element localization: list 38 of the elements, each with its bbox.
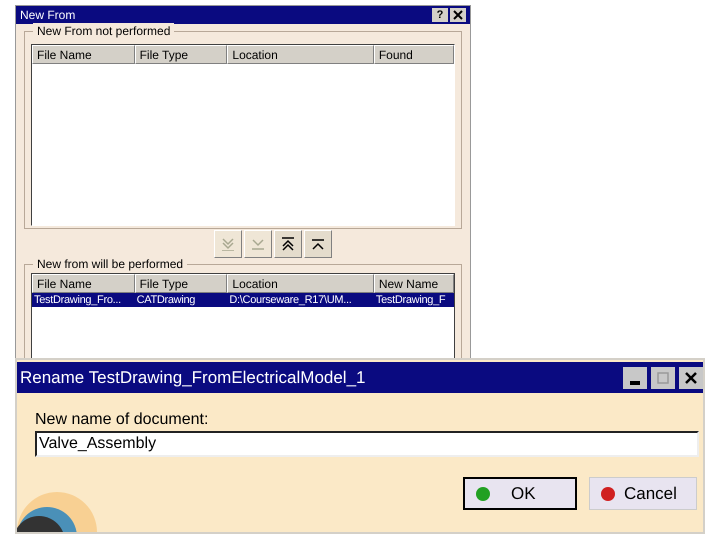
cancel-button[interactable]: Cancel [589, 477, 697, 510]
column-header[interactable]: Location [227, 274, 374, 293]
table-cell: TestDrawing_F [376, 294, 446, 306]
maximize-icon [657, 372, 669, 384]
input-field[interactable]: Valve_Assembly [35, 431, 699, 457]
table-cell: TestDrawing_Fro... [34, 294, 121, 306]
table-cell: CATDrawing [136, 294, 196, 306]
column-header[interactable]: File Name [32, 274, 135, 293]
move-button[interactable] [274, 230, 302, 258]
status-dot-icon [600, 486, 616, 502]
chevron-up-icon [311, 238, 325, 250]
table-cell: D:\Courseware_R17\UM... [229, 294, 352, 306]
close-icon [453, 10, 463, 20]
minimize-button[interactable] [623, 366, 647, 388]
column-header[interactable]: Found [374, 45, 454, 64]
chevron-up-icon [281, 237, 295, 251]
group-label: New from will be performed [33, 256, 188, 272]
close-icon [684, 370, 698, 384]
help-button[interactable]: ? [432, 8, 448, 22]
column-header[interactable]: File Name [32, 45, 135, 64]
column-header[interactable]: New Name [374, 274, 454, 293]
table-row[interactable]: TestDrawing_Fro... CATDrawing D:\Courseware_R17\UM... TestDrawing_F [32, 293, 454, 307]
ok-button[interactable]: OK [463, 477, 577, 510]
chevron-down-icon [251, 238, 265, 250]
field-label: New name of document: [35, 411, 210, 429]
minimize-icon [630, 380, 640, 384]
chevron-down-icon [221, 238, 235, 250]
status-dot-icon [475, 486, 491, 502]
close-button[interactable] [679, 366, 703, 388]
column-header[interactable]: Location [227, 45, 374, 64]
maximize-button[interactable] [651, 366, 675, 388]
column-header[interactable]: File Type [134, 45, 228, 64]
window-title: New From [20, 7, 76, 24]
move-button[interactable] [304, 230, 332, 258]
window-title: Rename TestDrawing_FromElectricalModel_1 [20, 366, 366, 389]
close-button[interactable] [450, 8, 466, 22]
column-header[interactable]: File Type [134, 274, 228, 293]
group-label: New From not performed [33, 23, 174, 39]
